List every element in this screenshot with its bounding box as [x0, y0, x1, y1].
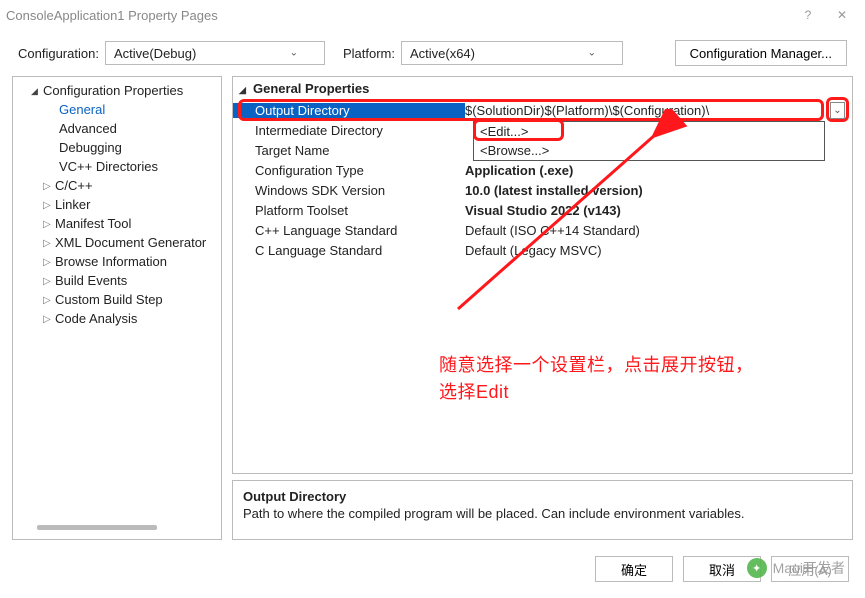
prop-row-cpp-standard[interactable]: C++ Language Standard Default (ISO C++14… — [233, 220, 852, 240]
main-area: Configuration Properties General Advance… — [0, 76, 865, 546]
section-header[interactable]: General Properties — [233, 77, 852, 100]
prop-val: 10.0 (latest installed version) — [465, 183, 852, 198]
chevron-down-icon: ⌄ — [580, 48, 616, 59]
prop-row-sdk-version[interactable]: Windows SDK Version 10.0 (latest install… — [233, 180, 852, 200]
description-box: Output Directory Path to where the compi… — [232, 480, 853, 540]
prop-row-c-standard[interactable]: C Language Standard Default (Legacy MSVC… — [233, 240, 852, 260]
nav-item-browseinfo[interactable]: Browse Information — [13, 252, 221, 271]
prop-key: Windows SDK Version — [233, 183, 465, 198]
prop-key: Output Directory — [233, 103, 465, 118]
nav-item-debugging[interactable]: Debugging — [13, 138, 221, 157]
nav-item-manifest[interactable]: Manifest Tool — [13, 214, 221, 233]
nav-tree: Configuration Properties General Advance… — [13, 77, 221, 332]
chevron-right-icon — [43, 313, 55, 325]
nav-scrollbar[interactable] — [23, 525, 211, 535]
dropdown-popup: <Edit...> <Browse...> — [473, 121, 825, 161]
nav-item-codeanalysis[interactable]: Code Analysis — [13, 309, 221, 328]
prop-key: C++ Language Standard — [233, 223, 465, 238]
platform-combo[interactable]: Active(x64) ⌄ — [401, 41, 623, 65]
prop-row-configuration-type[interactable]: Configuration Type Application (.exe) — [233, 160, 852, 180]
dropdown-button[interactable]: ⌄ — [830, 102, 845, 119]
chevron-right-icon — [43, 237, 55, 249]
chevron-down-icon — [239, 81, 253, 96]
annotation-line-1: 随意选择一个设置栏，点击展开按钮， — [439, 352, 754, 379]
nav-item-linker[interactable]: Linker — [13, 195, 221, 214]
nav-item-vcdirs[interactable]: VC++ Directories — [13, 157, 221, 176]
nav-item-advanced[interactable]: Advanced — [13, 119, 221, 138]
prop-key: Intermediate Directory — [233, 123, 465, 138]
section-title: General Properties — [253, 81, 369, 96]
config-row: Configuration: Active(Debug) ⌄ Platform:… — [0, 30, 865, 76]
config-value: Active(Debug) — [106, 46, 216, 61]
chevron-right-icon — [43, 275, 55, 287]
description-title: Output Directory — [243, 489, 842, 504]
chevron-right-icon — [43, 180, 55, 192]
nav-item-xmldoc[interactable]: XML Document Generator — [13, 233, 221, 252]
footer: 确定 取消 应用(A) — [0, 546, 865, 592]
title-bar: ConsoleApplication1 Property Pages ? ✕ — [0, 0, 865, 30]
watermark-logo: ✦ — [747, 558, 767, 578]
config-label: Configuration: — [18, 46, 99, 61]
nav-item-custombuild[interactable]: Custom Build Step — [13, 290, 221, 309]
nav-panel: Configuration Properties General Advance… — [12, 76, 222, 540]
scrollbar-thumb[interactable] — [37, 525, 157, 530]
nav-item-buildevents[interactable]: Build Events — [13, 271, 221, 290]
nav-item-ccpp[interactable]: C/C++ — [13, 176, 221, 195]
chevron-right-icon — [43, 294, 55, 306]
watermark-text: Maui开发者 — [773, 558, 845, 578]
prop-val: Default (ISO C++14 Standard) — [465, 223, 852, 238]
prop-val: Visual Studio 2022 (v143) — [465, 203, 852, 218]
chevron-right-icon — [43, 256, 55, 268]
chevron-right-icon — [43, 218, 55, 230]
right-panel: General Properties Output Directory $(So… — [232, 76, 853, 540]
chevron-down-icon — [31, 85, 43, 97]
prop-key: C Language Standard — [233, 243, 465, 258]
prop-row-output-directory[interactable]: Output Directory $(SolutionDir)$(Platfor… — [233, 100, 852, 120]
nav-root[interactable]: Configuration Properties — [13, 81, 221, 100]
prop-key: Target Name — [233, 143, 465, 158]
chevron-down-icon: ⌄ — [282, 48, 318, 59]
help-button[interactable]: ? — [791, 3, 825, 27]
annotation-text: 随意选择一个设置栏，点击展开按钮， 选择Edit — [439, 352, 754, 406]
config-combo[interactable]: Active(Debug) ⌄ — [105, 41, 325, 65]
dropdown-item-edit[interactable]: <Edit...> — [474, 122, 824, 141]
platform-value: Active(x64) — [402, 46, 495, 61]
prop-key: Configuration Type — [233, 163, 465, 178]
close-button[interactable]: ✕ — [825, 3, 859, 27]
annotation-line-2: 选择Edit — [439, 379, 754, 406]
watermark: ✦ Maui开发者 — [747, 558, 845, 578]
description-text: Path to where the compiled program will … — [243, 506, 842, 521]
prop-val: $(SolutionDir)$(Platform)\$(Configuratio… — [465, 103, 852, 118]
nav-root-label: Configuration Properties — [43, 83, 183, 98]
platform-label: Platform: — [343, 46, 395, 61]
prop-key: Platform Toolset — [233, 203, 465, 218]
prop-val: Application (.exe) — [465, 163, 852, 178]
dropdown-item-browse[interactable]: <Browse...> — [474, 141, 824, 160]
nav-item-general[interactable]: General — [13, 100, 221, 119]
window-title: ConsoleApplication1 Property Pages — [6, 8, 791, 23]
config-manager-button[interactable]: Configuration Manager... — [675, 40, 847, 66]
prop-val: Default (Legacy MSVC) — [465, 243, 852, 258]
properties-box: General Properties Output Directory $(So… — [232, 76, 853, 474]
ok-button[interactable]: 确定 — [595, 556, 673, 582]
chevron-right-icon — [43, 199, 55, 211]
prop-row-platform-toolset[interactable]: Platform Toolset Visual Studio 2022 (v14… — [233, 200, 852, 220]
